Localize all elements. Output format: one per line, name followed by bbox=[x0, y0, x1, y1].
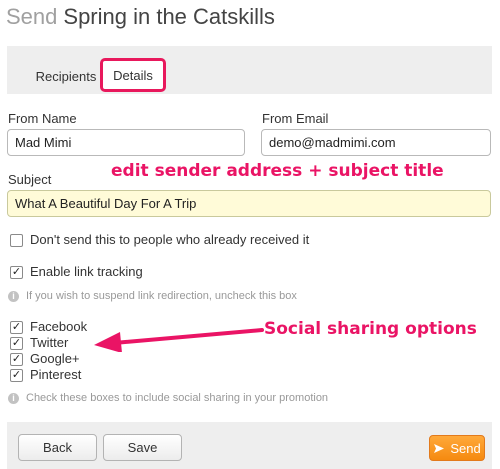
from-email-label: From Email bbox=[262, 111, 329, 126]
from-name-field[interactable] bbox=[7, 129, 245, 156]
tab-recipients[interactable]: Recipients bbox=[27, 58, 105, 94]
campaign-name: Spring in the Catskills bbox=[63, 4, 275, 29]
google-plus-checkbox[interactable]: ✓ bbox=[10, 353, 23, 366]
info-icon: i bbox=[8, 290, 19, 302]
send-button-label: Send bbox=[450, 440, 481, 456]
from-name-label: From Name bbox=[8, 111, 77, 126]
tab-bar: Recipients Details bbox=[7, 46, 492, 94]
link-tracking-checkbox[interactable]: ✓ bbox=[10, 266, 23, 279]
pinterest-label: Pinterest bbox=[30, 367, 82, 382]
subject-field[interactable] bbox=[7, 190, 491, 217]
dont-resend-label: Don't send this to people who already re… bbox=[30, 232, 310, 247]
annotation-sender: edit sender address + subject title bbox=[111, 161, 444, 181]
footer-bar: Back Save Send bbox=[7, 422, 492, 469]
link-tracking-label: Enable link tracking bbox=[30, 264, 143, 279]
send-arrow-icon bbox=[434, 443, 445, 453]
tab-details[interactable]: Details bbox=[100, 58, 166, 92]
twitter-checkbox[interactable]: ✓ bbox=[10, 337, 23, 350]
title-verb: Send bbox=[6, 4, 58, 29]
facebook-checkbox[interactable]: ✓ bbox=[10, 321, 23, 334]
annotation-social: Social sharing options bbox=[264, 319, 477, 339]
send-button[interactable]: Send bbox=[429, 435, 485, 461]
google-plus-label: Google+ bbox=[30, 351, 80, 366]
pinterest-checkbox[interactable]: ✓ bbox=[10, 369, 23, 382]
page-title: Send Spring in the Catskills bbox=[6, 4, 275, 30]
twitter-label: Twitter bbox=[30, 335, 69, 350]
link-tracking-hint-text: If you wish to suspend link redirection,… bbox=[26, 290, 297, 302]
dont-resend-checkbox[interactable] bbox=[10, 234, 23, 247]
back-button[interactable]: Back bbox=[18, 434, 97, 461]
annotation-arrow-icon bbox=[94, 328, 264, 352]
social-hint-text: Check these boxes to include social shar… bbox=[26, 392, 329, 404]
from-email-field[interactable] bbox=[261, 129, 491, 156]
subject-label: Subject bbox=[8, 172, 52, 187]
save-button[interactable]: Save bbox=[103, 434, 182, 461]
social-hint: i Check these boxes to include social sha… bbox=[8, 392, 328, 404]
facebook-label: Facebook bbox=[30, 319, 88, 334]
link-tracking-hint: i If you wish to suspend link redirection… bbox=[8, 290, 297, 302]
info-icon: i bbox=[8, 392, 19, 404]
